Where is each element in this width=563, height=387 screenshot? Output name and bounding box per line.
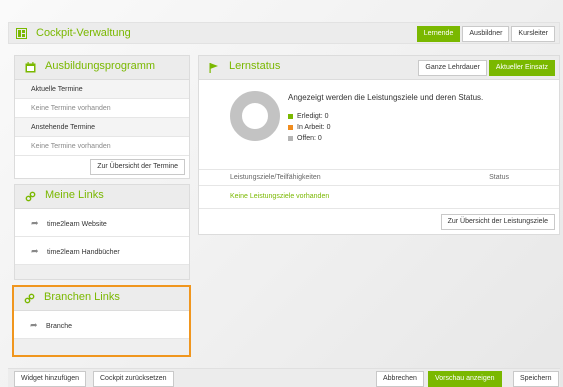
widget-title: Lernstatus [229, 60, 281, 72]
appointments-overview-button[interactable]: Zur Übersicht der Termine [90, 159, 185, 175]
cancel-button[interactable]: Abbrechen [376, 371, 424, 387]
tab-ganze-lehrdauer[interactable]: Ganze Lehrdauer [418, 60, 487, 76]
legend-swatch [288, 124, 293, 130]
legend-erledigt: Erledigt: 0 [288, 111, 331, 122]
ausbildungsprogramm-widget: Ausbildungsprogramm Aktuelle Termine Kei… [14, 55, 190, 179]
layout-grid-icon [16, 28, 27, 39]
save-button[interactable]: Speichern [513, 371, 559, 387]
link-item[interactable]: ➦ time2learn Website [15, 209, 189, 237]
cockpit-header: Cockpit-Verwaltung Lernende Ausbildner K… [8, 22, 560, 44]
upcoming-appointments-label: Anstehende Termine [15, 118, 189, 137]
flag-icon [209, 63, 218, 73]
current-appointments-label: Aktuelle Termine [15, 80, 189, 99]
share-arrow-icon: ➦ [31, 246, 39, 256]
widget-header[interactable]: Meine Links [15, 185, 189, 209]
widget-title: Ausbildungsprogramm [45, 60, 156, 72]
footer-toolbar: Widget hinzufügen Cockpit zurücksetzen A… [8, 368, 560, 387]
status-legend: Erledigt: 0 In Arbeit: 0 Offen: 0 [288, 111, 331, 144]
preview-button[interactable]: Vorschau anzeigen [428, 371, 502, 387]
share-arrow-icon: ➦ [31, 218, 39, 228]
link-item[interactable]: ➦ Branche [14, 311, 189, 339]
meine-links-widget: Meine Links ➦ time2learn Website ➦ time2le… [14, 184, 190, 280]
calendar-icon [25, 62, 36, 73]
widget-title: Meine Links [45, 189, 104, 201]
objectives-table-header: Leistungsziele/Teilfähigkeiten Status [199, 169, 559, 186]
reset-cockpit-button[interactable]: Cockpit zurücksetzen [93, 371, 174, 387]
status-donut-chart [230, 91, 280, 141]
objectives-overview-button[interactable]: Zur Übersicht der Leistungsziele [440, 214, 555, 230]
link-item[interactable]: ➦ time2learn Handbücher [15, 237, 189, 265]
widget-title: Branchen Links [44, 291, 120, 303]
upcoming-appointments-empty: Keine Termine vorhanden [15, 137, 189, 156]
legend-offen: Offen: 0 [288, 133, 331, 144]
widget-header[interactable]: Branchen Links [14, 287, 189, 311]
lernstatus-widget: Lernstatus Ganze Lehrdauer Aktueller Ein… [198, 55, 560, 235]
role-switch: Lernende Ausbildner Kursleiter [415, 26, 555, 42]
add-widget-button[interactable]: Widget hinzufügen [14, 371, 86, 387]
legend-in-arbeit: In Arbeit: 0 [288, 122, 331, 133]
role-ausbildner-button[interactable]: Ausbildner [462, 26, 510, 42]
branchen-links-widget: Branchen Links ➦ Branche [12, 285, 191, 357]
link-icon [24, 293, 35, 304]
share-arrow-icon: ➦ [30, 320, 38, 330]
widget-footer: Zur Übersicht der Termine [15, 156, 189, 179]
link-icon [25, 191, 36, 202]
lernstatus-description: Angezeigt werden die Leistungsziele und … [288, 93, 484, 102]
tab-aktueller-einsatz[interactable]: Aktueller Einsatz [488, 60, 555, 76]
current-appointments-empty: Keine Termine vorhanden [15, 99, 189, 118]
legend-swatch [288, 135, 293, 141]
role-kursleiter-button[interactable]: Kursleiter [511, 26, 555, 42]
scope-switch: Ganze Lehrdauer Aktueller Einsatz [418, 60, 555, 76]
page-title: Cockpit-Verwaltung [36, 27, 131, 39]
role-lernende-button[interactable]: Lernende [416, 26, 461, 42]
widget-footer: Zur Übersicht der Leistungsziele [199, 208, 559, 235]
objectives-empty: Keine Leistungsziele vorhanden [230, 193, 330, 200]
widget-header[interactable]: Lernstatus Ganze Lehrdauer Aktueller Ein… [199, 56, 559, 80]
widget-header[interactable]: Ausbildungsprogramm [15, 56, 189, 80]
legend-swatch [288, 113, 293, 119]
